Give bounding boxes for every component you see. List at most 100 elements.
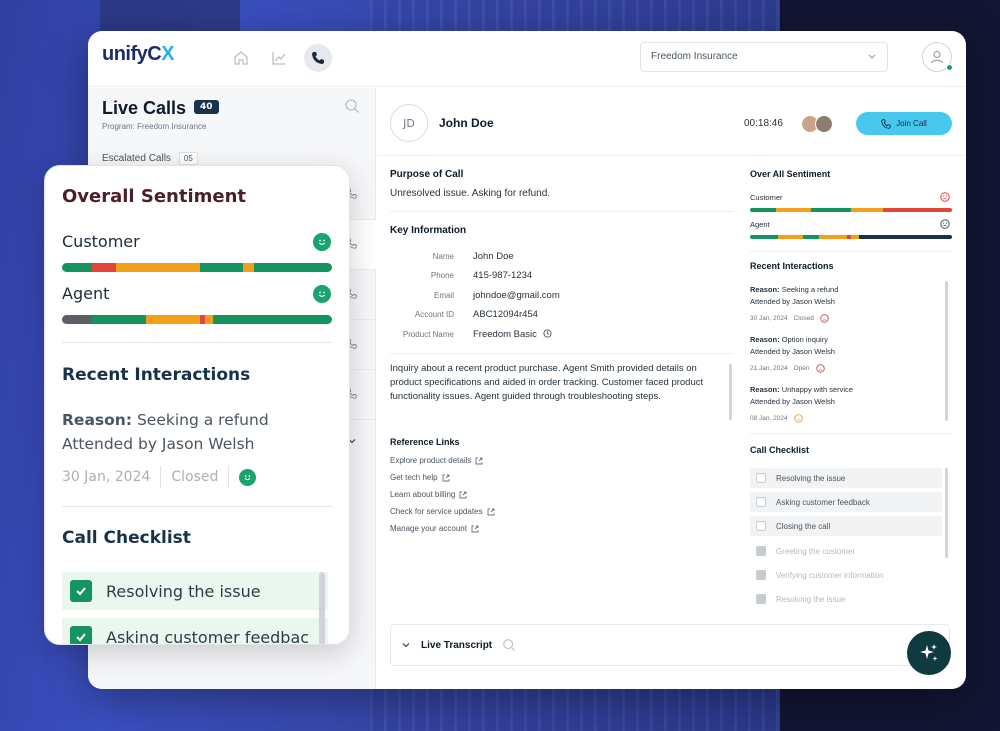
checkbox-checked[interactable]: [70, 626, 92, 644]
card-agent-sentiment-bar: [62, 315, 332, 324]
search-icon[interactable]: [344, 98, 360, 114]
external-link-icon: [475, 457, 483, 464]
checkbox-checked[interactable]: [756, 570, 766, 580]
call-summary: Inquiry about a recent product purchase.…: [390, 363, 704, 402]
chevron-down-icon: [868, 54, 876, 59]
card-customer-sentiment-bar: [62, 263, 332, 272]
scrollbar[interactable]: [729, 364, 732, 420]
happy-face-icon: [239, 468, 257, 486]
reference-links-title: Reference Links: [390, 437, 460, 447]
happy-face-icon: [313, 285, 331, 303]
reference-link[interactable]: Explore product details: [390, 456, 483, 465]
checkbox[interactable]: [756, 497, 766, 507]
email-value: johndoe@gmail.com: [473, 290, 560, 301]
phone-icon: [881, 118, 891, 129]
interaction-item[interactable]: Reason: Seeking a refund Attended by Jaso…: [750, 284, 930, 308]
user-icon: [930, 50, 944, 64]
card-checklist-item[interactable]: Asking customer feedbac: [62, 618, 328, 644]
user-avatar[interactable]: [922, 42, 953, 72]
checkbox-checked[interactable]: [756, 594, 766, 604]
external-link-icon: [459, 491, 467, 498]
phone-value: 415-987-1234: [473, 270, 533, 281]
reference-link[interactable]: Check for service updates: [390, 507, 495, 516]
card-interaction-meta: 30 Jan, 2024 Closed: [62, 466, 257, 488]
checklist-item-done[interactable]: Resolving the issue: [750, 589, 942, 609]
checkbox[interactable]: [756, 473, 766, 483]
agent-label: Agent: [750, 220, 770, 229]
call-checklist-title: Call Checklist: [750, 445, 810, 455]
sad-face-icon: [820, 314, 829, 323]
checkbox[interactable]: [756, 521, 766, 531]
clock-icon[interactable]: [542, 329, 552, 338]
interaction-item[interactable]: Reason: Unhappy with service Attended by …: [750, 384, 930, 408]
checklist-item[interactable]: Closing the call: [750, 516, 942, 536]
neutral-face-icon: [940, 219, 950, 229]
program-select[interactable]: Freedom Insurance: [640, 42, 888, 72]
reference-link[interactable]: Manage your account: [390, 524, 479, 533]
divider: [62, 506, 332, 507]
checkbox-checked[interactable]: [756, 546, 766, 556]
checklist-item-done[interactable]: Verifying customer information: [750, 565, 942, 585]
customer-avatar: JD: [390, 104, 428, 142]
reference-link[interactable]: Learn about billing: [390, 490, 467, 499]
interaction-meta: 08 Jan, 2024: [750, 414, 803, 423]
live-calls-count: 40: [194, 100, 219, 114]
purpose-title: Purpose of Call: [390, 169, 464, 180]
divider: [750, 251, 952, 252]
name-value: John Doe: [473, 251, 514, 262]
key-label: Email: [433, 291, 454, 300]
external-link-icon: [487, 508, 494, 515]
sparkle-icon: [920, 644, 938, 661]
sad-face-icon: [940, 192, 950, 202]
card-call-checklist-title: Call Checklist: [62, 528, 191, 548]
scrollbar[interactable]: [945, 281, 948, 421]
divider: [390, 211, 734, 212]
external-link-icon: [442, 474, 450, 481]
divider: [390, 353, 734, 354]
key-label: Name: [432, 252, 454, 261]
phone-icon[interactable]: [304, 44, 332, 72]
call-timer: 00:18:46: [744, 118, 783, 129]
customer-name: John Doe: [439, 116, 494, 130]
ai-assistant-button[interactable]: [907, 631, 951, 675]
scrollbar[interactable]: [945, 468, 948, 558]
home-icon[interactable]: [227, 44, 255, 72]
key-info-title: Key Information: [390, 225, 467, 236]
reference-link[interactable]: Get tech help: [390, 473, 450, 482]
card-customer-label: Customer: [62, 232, 140, 251]
program-label: Program: Freedom Insurance: [102, 122, 207, 131]
key-label: Phone: [430, 271, 454, 280]
checklist-item[interactable]: Asking customer feedback: [750, 492, 942, 512]
card-title: Overall Sentiment: [62, 186, 247, 207]
scrollbar[interactable]: [319, 572, 325, 644]
recent-interactions-title: Recent Interactions: [750, 261, 834, 271]
checklist-item-done[interactable]: Greeting the customer: [750, 541, 942, 561]
checkbox-checked[interactable]: [70, 580, 92, 602]
live-calls-title: Live Calls: [102, 98, 187, 118]
neutral-face-icon: [793, 414, 803, 423]
chevron-down-icon: [402, 643, 410, 648]
card-checklist-item[interactable]: Resolving the issue: [62, 572, 328, 610]
search-icon[interactable]: [502, 638, 516, 652]
header-divider: [377, 155, 966, 156]
key-label: Account ID: [414, 310, 454, 319]
card-interaction-text[interactable]: Reason: Seeking a refund Attended by Jaso…: [62, 408, 269, 456]
happy-face-icon: [313, 233, 331, 251]
online-status-dot: [946, 64, 953, 71]
interaction-meta: 21 Jan, 2024 Open: [750, 364, 825, 373]
sad-face-icon: [815, 364, 825, 373]
divider: [750, 433, 952, 434]
checklist-item[interactable]: Resolving the issue: [750, 468, 942, 488]
agent-sentiment-bar: [750, 235, 952, 239]
sentiment-card: Overall Sentiment Customer Agent Recent …: [44, 165, 350, 645]
product-name-value: Freedom Basic: [473, 329, 552, 340]
live-transcript-bar[interactable]: Live Transcript: [390, 624, 950, 666]
top-bar: unifyCX Freedom Insurance: [88, 31, 966, 87]
chart-icon[interactable]: [265, 44, 293, 72]
join-call-button[interactable]: Join Call: [856, 112, 952, 135]
escalated-calls-tab[interactable]: Escalated Calls 05: [102, 152, 198, 165]
external-link-icon: [471, 525, 479, 532]
interaction-item[interactable]: Reason: Option inquiry Attended by Jason …: [750, 334, 930, 358]
key-label: Product Name: [402, 330, 454, 339]
customer-sentiment-bar: [750, 208, 952, 212]
